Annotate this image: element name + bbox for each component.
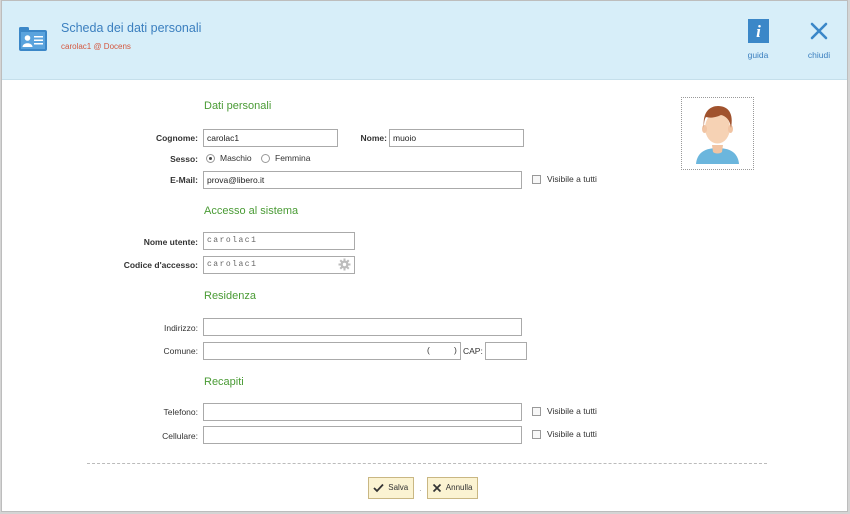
username-label: Nome utente: bbox=[143, 237, 198, 247]
svg-text:i: i bbox=[756, 22, 761, 41]
address-label: Indirizzo: bbox=[163, 323, 198, 333]
sex-radio-female[interactable] bbox=[261, 154, 270, 163]
section-title-access: Accesso al sistema bbox=[204, 205, 299, 217]
phone-label: Telefono: bbox=[163, 407, 199, 417]
mobile-field[interactable] bbox=[203, 426, 522, 444]
guide-label: guida bbox=[747, 50, 769, 60]
close-icon bbox=[809, 22, 829, 45]
save-label: Salva bbox=[388, 483, 409, 492]
cancel-label: Annulla bbox=[445, 483, 473, 492]
surname-label: Cognome: bbox=[155, 133, 198, 143]
close-label: chiudi bbox=[807, 50, 831, 60]
checkmark-icon bbox=[373, 483, 388, 493]
province-open: ( bbox=[427, 345, 430, 355]
address-field[interactable] bbox=[203, 318, 522, 336]
town-field[interactable] bbox=[203, 342, 461, 360]
phone-field[interactable] bbox=[203, 403, 522, 421]
cap-label: CAP: bbox=[463, 346, 483, 356]
save-button[interactable]: Salva bbox=[368, 477, 415, 499]
button-separator: · bbox=[419, 486, 422, 495]
user-avatar-icon bbox=[696, 106, 739, 164]
email-field[interactable]: prova@libero.it bbox=[203, 171, 522, 189]
guide-button[interactable]: i guida bbox=[741, 19, 775, 60]
province-close: ) bbox=[454, 345, 457, 355]
name-field[interactable]: muoio bbox=[389, 129, 524, 147]
avatar[interactable] bbox=[681, 97, 754, 170]
email-visible-label: Visibile a tutti bbox=[547, 174, 597, 184]
gear-icon[interactable] bbox=[338, 258, 351, 273]
cancel-button[interactable]: Annulla bbox=[427, 477, 479, 499]
close-button[interactable]: chiudi bbox=[802, 19, 836, 60]
footer-divider bbox=[87, 463, 767, 464]
cap-field[interactable] bbox=[485, 342, 527, 360]
section-title-contacts: Recapiti bbox=[204, 376, 244, 388]
mobile-label: Cellulare: bbox=[162, 431, 198, 441]
sex-label: Sesso: bbox=[170, 154, 198, 164]
username-field: carolac1 bbox=[203, 232, 355, 250]
info-icon: i bbox=[747, 19, 769, 45]
name-label: Nome: bbox=[360, 133, 387, 143]
contact-card-icon bbox=[19, 27, 47, 53]
phone-visible-checkbox[interactable] bbox=[532, 407, 541, 416]
dialog-header: Scheda dei dati personali carolac1 @ Doc… bbox=[2, 1, 847, 80]
sex-option-female: Femmina bbox=[275, 153, 311, 163]
surname-field[interactable]: carolac1 bbox=[203, 129, 338, 147]
town-label: Comune: bbox=[163, 346, 199, 356]
section-title-residence: Residenza bbox=[204, 290, 256, 302]
sex-radio-male[interactable] bbox=[206, 154, 215, 163]
dialog-window: Scheda dei dati personali carolac1 @ Doc… bbox=[1, 0, 848, 512]
sex-option-male: Maschio bbox=[220, 153, 252, 163]
section-title-personal: Dati personali bbox=[204, 100, 272, 112]
access-code-field: carolac1 bbox=[203, 256, 355, 274]
email-label: E-Mail: bbox=[170, 175, 198, 185]
x-icon bbox=[432, 483, 446, 492]
page-title: Scheda dei dati personali bbox=[61, 21, 202, 35]
access-code-label: Codice d'accesso: bbox=[123, 260, 198, 270]
phone-visible-label: Visibile a tutti bbox=[547, 406, 597, 416]
email-visible-checkbox[interactable] bbox=[532, 175, 541, 184]
mobile-visible-label: Visibile a tutti bbox=[547, 429, 597, 439]
mobile-visible-checkbox[interactable] bbox=[532, 430, 541, 439]
user-context: carolac1 @ Docens bbox=[61, 42, 131, 51]
